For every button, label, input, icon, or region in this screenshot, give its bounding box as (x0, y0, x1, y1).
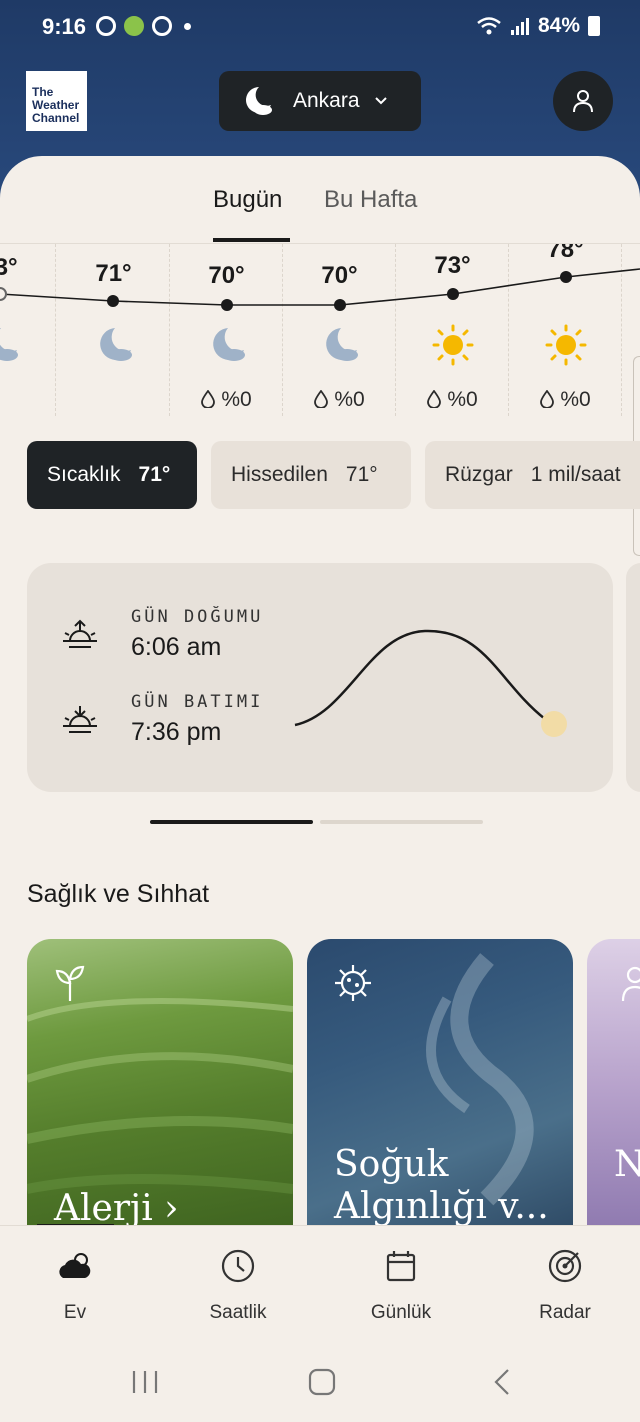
sunset-icon (63, 706, 97, 733)
status-right: 84% (476, 14, 600, 38)
nav-label: Ev (63, 1302, 87, 1323)
status-bar: 9:16 84% (0, 0, 640, 56)
temp-point (0, 287, 7, 301)
recent-apps-icon[interactable] (130, 1367, 160, 1397)
status-time: 9:16 (42, 14, 87, 39)
sprout-icon (55, 965, 85, 1001)
nav-home[interactable]: Ev (0, 1226, 155, 1346)
location-name: Ankara (293, 89, 360, 112)
notification-icon (124, 16, 144, 36)
virus-icon (335, 965, 371, 1001)
pager-inactive (320, 820, 483, 824)
health-card-title: N (614, 1144, 640, 1185)
temp-point (334, 299, 346, 311)
chevron-down-icon (374, 97, 387, 105)
temperature-trend-line (0, 268, 640, 311)
radar-icon (548, 1249, 582, 1283)
health-card-allergy[interactable]: Alerji › (27, 939, 293, 1229)
hourly-forecast[interactable]: 73° 71° 70° %0 70° %0 73° %0 78° %0 (0, 244, 640, 416)
nav-hourly[interactable]: Saatlik (158, 1226, 318, 1346)
calendar-icon (386, 1251, 416, 1282)
nav-daily[interactable]: Günlük (321, 1226, 481, 1346)
sunrise-icon (63, 619, 97, 648)
temp-point (560, 271, 572, 283)
clock-icon (221, 1249, 255, 1283)
temp-point (221, 299, 233, 311)
temp-point (447, 288, 459, 300)
chip-label: Sıcaklık (47, 463, 121, 486)
chip-label: Hissedilen (231, 463, 328, 486)
battery-icon (588, 16, 600, 36)
active-tab-indicator (213, 238, 290, 242)
home-icon[interactable] (307, 1367, 337, 1397)
nav-radar[interactable]: Radar (485, 1226, 640, 1346)
chip-wind[interactable]: Rüzgar 1 mil/saat (425, 441, 640, 509)
sunset-label: GÜN BATIMI (131, 692, 264, 712)
health-card-cold[interactable]: Soğuk Algınlığı v... (307, 939, 573, 1229)
sunset-time: 7:36 pm (131, 718, 222, 746)
notification-icons (96, 16, 191, 36)
sunset-row: GÜN BATIMI 7:36 pm (61, 692, 263, 747)
chip-temperature[interactable]: Sıcaklık 71° (27, 441, 197, 509)
more-notifications-dot (184, 22, 191, 30)
health-card-title: Alerji › (54, 1188, 179, 1229)
sunset-text: GÜN BATIMI 7:36 pm (131, 692, 263, 747)
chip-feels-like[interactable]: Hissedilen 71° (211, 441, 411, 509)
bottom-navigation: Ev Saatlik Günlük Radar (0, 1225, 640, 1345)
profile-button[interactable] (553, 71, 613, 131)
health-card-title-line2: Algınlığı v... (334, 1186, 549, 1227)
sunrise-time: 6:06 am (131, 633, 222, 661)
notification-icon (96, 16, 116, 36)
battery-percent: 84% (537, 14, 580, 37)
next-card-peek (626, 563, 640, 792)
cloud-home-icon (59, 1253, 91, 1278)
sun-card[interactable]: GÜN DOĞUMU 6:06 am GÜN BATIMI 7:36 pm (27, 563, 613, 792)
section-title-health: Sağlık ve Sıhhat (27, 880, 210, 908)
person-icon (573, 90, 593, 113)
weather-channel-logo[interactable]: The Weather Channel (26, 71, 87, 131)
wifi-icon (477, 17, 501, 35)
chip-value: 71° (138, 463, 171, 486)
moon-cloud-icon (246, 87, 272, 115)
tab-bar: Bugün Bu Hafta (0, 156, 640, 244)
system-navigation (0, 1345, 640, 1422)
tab-today[interactable]: Bugün (213, 186, 282, 214)
sunrise-text: GÜN DOĞUMU 6:06 am (131, 607, 263, 662)
nav-label: Saatlik (209, 1302, 267, 1323)
health-card-title-line1: Soğuk (334, 1144, 449, 1185)
sun-arc-graph (294, 629, 567, 737)
location-selector[interactable]: Ankara (219, 71, 421, 131)
signal-icon (510, 18, 529, 35)
tab-this-week[interactable]: Bu Hafta (324, 186, 417, 214)
health-card-next[interactable]: N (587, 939, 640, 1229)
notification-icon (152, 16, 172, 36)
pager-active (150, 820, 313, 824)
person-icon (621, 966, 640, 1002)
logo-text: Channel (32, 111, 80, 125)
nav-label: Radar (539, 1302, 591, 1323)
sunrise-row: GÜN DOĞUMU 6:06 am (61, 607, 263, 662)
back-icon[interactable] (488, 1367, 518, 1397)
nav-label: Günlük (370, 1302, 432, 1323)
chip-value: 1 mil/saat (530, 463, 621, 486)
temp-point (107, 295, 119, 307)
sunrise-label: GÜN DOĞUMU (131, 607, 264, 627)
sun-position-dot (541, 711, 567, 737)
chip-value: 71° (345, 463, 378, 486)
chip-label: Rüzgar (445, 463, 513, 486)
